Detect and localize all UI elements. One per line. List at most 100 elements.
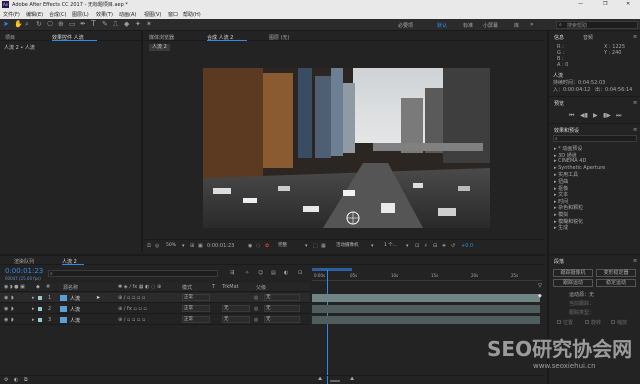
layer-parent-select[interactable]: 无: [264, 305, 300, 312]
layer-parent-select[interactable]: 无: [264, 294, 300, 301]
label-color-swatch[interactable]: [38, 296, 42, 300]
camera-dropdown-icon[interactable]: ▾: [371, 243, 374, 249]
composition-viewer-image[interactable]: [203, 68, 490, 228]
workspace-more-icon[interactable]: »: [530, 21, 534, 28]
motion-source-label[interactable]: 运动源：无: [569, 291, 594, 298]
pixel-aspect-icon[interactable]: ⊡: [415, 243, 419, 249]
resolution-select[interactable]: 完整: [277, 243, 305, 250]
rotation-checkbox[interactable]: [585, 320, 589, 324]
zoom-out-icon[interactable]: ⛰: [318, 376, 322, 382]
layer-duration-bar[interactable]: [312, 316, 540, 324]
exposure-value[interactable]: +0.0: [461, 243, 473, 249]
hand-tool-icon[interactable]: ✋: [14, 20, 23, 28]
layer-trkmat-select[interactable]: 无: [222, 316, 250, 323]
search-help-box[interactable]: ⌕ 搜索帮助: [556, 21, 638, 29]
exposure-reset-icon[interactable]: ↺: [451, 243, 455, 249]
viewer-timecode[interactable]: 0:00:01:23: [207, 243, 234, 249]
table-row[interactable]: ◉ ◗ ▸ 3 人流 ⊕ ∕ ▫ ▫ ▫ ▫ 正常 无 ◎ 无: [0, 315, 310, 325]
list-item[interactable]: ▸ 抠像: [554, 185, 640, 192]
rotate-tool-icon[interactable]: ↻: [36, 20, 42, 28]
visibility-icon[interactable]: ◉: [4, 317, 8, 323]
col-mode[interactable]: 模式: [182, 284, 192, 291]
timeline-search-box[interactable]: ⌕: [48, 270, 218, 277]
toggle-modes-icon[interactable]: ◐: [14, 377, 18, 383]
tab-layer[interactable]: 图层 (无): [269, 34, 290, 41]
views-dropdown-icon[interactable]: ▾: [406, 243, 409, 249]
roto-tool-icon[interactable]: ✦: [135, 20, 141, 28]
comp-subtab[interactable]: 人流 2: [149, 44, 170, 51]
current-track-label[interactable]: 当前跟踪：: [569, 300, 594, 307]
tracker-menu-icon[interactable]: ≡: [633, 258, 637, 264]
layer-name[interactable]: 人流: [70, 295, 80, 302]
workspace-standard[interactable]: 标准: [463, 22, 473, 29]
resolution-dropdown-icon[interactable]: ▾: [305, 243, 308, 249]
zoom-tool-icon[interactable]: ⌕: [25, 20, 29, 29]
mask-visibility-icon[interactable]: ◎: [155, 243, 159, 249]
next-frame-icon[interactable]: ▮▶: [603, 112, 611, 119]
text-tool-icon[interactable]: T: [91, 19, 96, 28]
close-button[interactable]: ✕: [626, 1, 630, 7]
table-row[interactable]: ◉ ◗ ▸ 2 人流 ⊕ ∕ fx ▫ ▫ ▫ 正常 无 ◎ 无: [0, 304, 310, 314]
label-color-swatch[interactable]: [38, 318, 42, 322]
first-frame-icon[interactable]: ⏮: [569, 112, 574, 120]
toggle-transfer-icon[interactable]: ⧉: [24, 377, 28, 383]
audio-icon[interactable]: ◗: [11, 317, 14, 323]
draft-3d-icon[interactable]: ✧: [245, 270, 249, 276]
scale-checkbox[interactable]: [611, 320, 615, 324]
track-motion-button[interactable]: 跟踪运动: [553, 279, 593, 287]
maximize-button[interactable]: ❐: [603, 1, 607, 7]
layer-mode-select[interactable]: 正常: [182, 305, 210, 312]
col-trkmat[interactable]: TrkMat: [222, 284, 239, 290]
workspace-small-screen[interactable]: 小屏幕: [483, 22, 498, 29]
audio-icon[interactable]: ◗: [11, 295, 14, 301]
table-row[interactable]: ◉ ◗ ▸ 1 人流 ➤ ⊕ ∕ ▫ ▫ ▫ ▫ 正常 ◎ 无: [0, 293, 310, 303]
list-item[interactable]: ▸ 生成: [554, 224, 640, 231]
timeline-end-icon[interactable]: ▽: [538, 283, 542, 289]
pickwhip-icon[interactable]: ◎: [254, 306, 258, 312]
snapshot-icon[interactable]: ◉: [248, 243, 252, 249]
comp-mini-flowchart-icon[interactable]: ⇶: [230, 270, 234, 276]
workspace-library[interactable]: 库: [514, 22, 519, 29]
safe-area-icon[interactable]: ▣: [198, 243, 203, 249]
layer-duration-bar[interactable]: [312, 305, 540, 313]
list-item[interactable]: ▸ Synthetic Aperture: [554, 165, 640, 172]
list-item[interactable]: ▸ 文本: [554, 191, 640, 198]
zoom-in-icon[interactable]: ⛰: [350, 376, 354, 382]
zoom-select[interactable]: 50%: [165, 243, 182, 250]
list-item[interactable]: ▸ 扭曲: [554, 178, 640, 185]
layer-switches[interactable]: ⊕ ∕ fx ▫ ▫ ▫: [118, 306, 147, 312]
pen-tool-icon[interactable]: ✒: [80, 20, 86, 28]
pickwhip-icon[interactable]: ◎: [254, 317, 258, 323]
eraser-tool-icon[interactable]: ◆: [124, 20, 129, 28]
track-type-label[interactable]: 跟踪类型：: [569, 309, 594, 316]
toggle-switches-icon[interactable]: ⚙: [4, 377, 8, 383]
channel-icon[interactable]: ✿: [265, 243, 269, 249]
camera-select[interactable]: 活动摄像机: [335, 243, 369, 250]
layer-mode-select[interactable]: 正常: [182, 316, 210, 323]
list-item[interactable]: ▸ 3D 通道: [554, 152, 640, 159]
menu-window[interactable]: 窗口: [168, 11, 178, 18]
list-item[interactable]: ▸ 模糊和锐化: [554, 218, 640, 225]
layer-name[interactable]: 人流: [70, 306, 80, 313]
work-area-bar[interactable]: [312, 268, 352, 271]
layer-name[interactable]: 人流: [70, 317, 80, 324]
views-select[interactable]: 1 个...: [383, 243, 405, 250]
timeline-icon[interactable]: ⊟: [433, 243, 437, 249]
workspace-default[interactable]: 默认: [437, 22, 447, 29]
workspace-essentials[interactable]: 必要项: [398, 22, 413, 29]
layer-trkmat-select[interactable]: 无: [222, 305, 250, 312]
puppet-tool-icon[interactable]: ✶: [146, 20, 152, 28]
grid-icon[interactable]: ⊞: [190, 243, 194, 249]
list-item[interactable]: ▸ 模拟: [554, 211, 640, 218]
show-snapshot-icon[interactable]: ◌: [256, 243, 260, 249]
flowchart-icon[interactable]: ⎈: [442, 243, 446, 249]
always-preview-icon[interactable]: ⎚: [147, 243, 151, 249]
position-checkbox[interactable]: [557, 320, 561, 324]
label-color-swatch[interactable]: [38, 307, 42, 311]
track-camera-button[interactable]: 跟踪摄像机: [553, 269, 593, 277]
pan-tool-icon[interactable]: ⊕: [58, 20, 64, 28]
layer-duration-bar[interactable]: [312, 294, 540, 302]
expand-arrow-icon[interactable]: ▸: [32, 317, 35, 323]
layer-switches[interactable]: ⊕ ∕ ▫ ▫ ▫ ▫: [118, 317, 145, 323]
tab-audio[interactable]: 音频: [583, 34, 593, 41]
